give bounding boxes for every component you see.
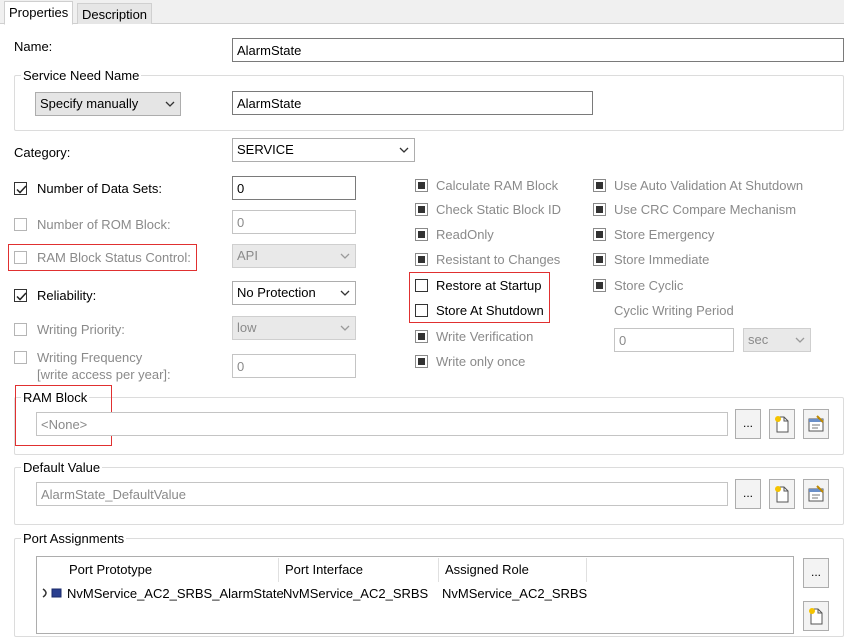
column-separator bbox=[438, 558, 439, 582]
new-file-icon bbox=[775, 486, 789, 503]
cyclic-period-label: Cyclic Writing Period bbox=[614, 303, 734, 318]
service-need-mode-value: Specify manually bbox=[40, 96, 139, 111]
store-cyclic-label: Store Cyclic bbox=[614, 278, 684, 293]
resistant-checkbox[interactable] bbox=[415, 253, 428, 266]
category-value: SERVICE bbox=[237, 142, 294, 157]
resistant-label: Resistant to Changes bbox=[436, 252, 561, 267]
ram-status-ctrl-select[interactable]: API bbox=[232, 244, 356, 268]
calc-ram-label: Calculate RAM Block bbox=[436, 178, 559, 193]
column-separator bbox=[278, 558, 279, 582]
column-header-port-prototype[interactable]: Port Prototype bbox=[69, 562, 152, 577]
default-value-new-button[interactable] bbox=[769, 479, 795, 509]
tab-properties[interactable]: Properties bbox=[4, 1, 74, 25]
auto-validation-checkbox[interactable] bbox=[593, 179, 606, 192]
reliability-value: No Protection bbox=[237, 285, 316, 300]
chevron-down-icon bbox=[340, 253, 350, 259]
ram-block-input[interactable]: <None> bbox=[36, 412, 728, 436]
port-assignments-title: Port Assignments bbox=[21, 531, 127, 546]
service-need-input[interactable]: AlarmState bbox=[232, 91, 593, 115]
name-input[interactable]: AlarmState bbox=[232, 38, 844, 62]
chevron-down-icon bbox=[795, 337, 805, 343]
cell-port-interface: NvMService_AC2_SRBS bbox=[283, 586, 429, 601]
column-separator bbox=[586, 558, 587, 582]
cyclic-unit-value: sec bbox=[748, 332, 769, 347]
service-need-title: Service Need Name bbox=[21, 68, 142, 83]
ram-block-edit-button[interactable] bbox=[803, 409, 829, 439]
restore-startup-label: Restore at Startup bbox=[436, 278, 542, 293]
store-shutdown-label: Store At Shutdown bbox=[436, 303, 544, 318]
cell-port-prototype: NvMService_AC2_SRBS_AlarmState bbox=[67, 586, 284, 601]
cyclic-unit-select[interactable]: sec bbox=[743, 328, 811, 352]
category-label: Category: bbox=[14, 145, 71, 160]
default-value-title: Default Value bbox=[21, 460, 103, 475]
table-row[interactable]: NvMService_AC2_SRBS_AlarmState NvMServic… bbox=[37, 582, 793, 604]
writing-priority-select[interactable]: low bbox=[232, 316, 356, 340]
category-select[interactable]: SERVICE bbox=[232, 138, 415, 162]
chevron-down-icon bbox=[399, 147, 409, 153]
num-data-sets-label: Number of Data Sets: bbox=[37, 181, 162, 196]
name-label: Name: bbox=[14, 39, 53, 54]
write-verification-checkbox[interactable] bbox=[415, 330, 428, 343]
cyclic-period-input[interactable]: 0 bbox=[614, 328, 734, 352]
cell-assigned-role: NvMService_AC2_SRBS bbox=[442, 586, 588, 601]
store-immediate-checkbox[interactable] bbox=[593, 253, 606, 266]
read-only-label: ReadOnly bbox=[436, 227, 494, 242]
store-immediate-label: Store Immediate bbox=[614, 252, 710, 267]
service-need-mode-select[interactable]: Specify manually bbox=[35, 92, 181, 116]
default-value-edit-button[interactable] bbox=[803, 479, 829, 509]
ram-block-new-button[interactable] bbox=[769, 409, 795, 439]
checkmark-icon bbox=[16, 292, 27, 301]
num-data-sets-checkbox[interactable] bbox=[14, 182, 27, 195]
crc-compare-label: Use CRC Compare Mechanism bbox=[614, 202, 797, 217]
writing-freq-input[interactable]: 0 bbox=[232, 354, 356, 378]
chevron-down-icon bbox=[165, 101, 175, 107]
write-once-checkbox[interactable] bbox=[415, 355, 428, 368]
reliability-label: Reliability: bbox=[37, 288, 97, 303]
column-header-port-interface[interactable]: Port Interface bbox=[285, 562, 363, 577]
new-file-icon bbox=[775, 416, 789, 433]
chevron-down-icon bbox=[340, 325, 350, 331]
writing-priority-value: low bbox=[237, 320, 257, 335]
store-shutdown-checkbox[interactable] bbox=[415, 304, 428, 317]
tab-description[interactable]: Description bbox=[77, 3, 153, 24]
num-data-sets-input[interactable]: 0 bbox=[232, 176, 356, 200]
write-once-label: Write only once bbox=[436, 354, 526, 369]
highlight-box-ram-status bbox=[8, 244, 197, 271]
reliability-select[interactable]: No Protection bbox=[232, 281, 356, 305]
tab-bar: Properties Description bbox=[0, 0, 844, 25]
writing-freq-checkbox[interactable] bbox=[14, 351, 27, 364]
ram-status-ctrl-value: API bbox=[237, 248, 258, 263]
num-rom-block-input[interactable]: 0 bbox=[232, 210, 356, 234]
port-new-button[interactable] bbox=[803, 601, 829, 631]
crc-compare-checkbox[interactable] bbox=[593, 203, 606, 216]
edit-properties-icon bbox=[808, 485, 824, 502]
read-only-checkbox[interactable] bbox=[415, 228, 428, 241]
ram-block-browse-button[interactable]: ... bbox=[735, 409, 761, 439]
restore-startup-checkbox[interactable] bbox=[415, 279, 428, 292]
edit-properties-icon bbox=[808, 415, 824, 432]
checkmark-icon bbox=[16, 185, 27, 194]
writing-freq-label-2: [write access per year]: bbox=[37, 367, 171, 382]
auto-validation-label: Use Auto Validation At Shutdown bbox=[614, 178, 804, 193]
num-rom-block-checkbox[interactable] bbox=[14, 218, 27, 231]
calc-ram-checkbox[interactable] bbox=[415, 179, 428, 192]
write-verification-label: Write Verification bbox=[436, 329, 534, 344]
new-file-icon bbox=[809, 608, 823, 625]
num-rom-block-label: Number of ROM Block: bbox=[37, 217, 171, 232]
port-browse-button[interactable]: ... bbox=[803, 558, 829, 588]
check-static-label: Check Static Block ID bbox=[436, 202, 561, 217]
writing-freq-label-1: Writing Frequency bbox=[37, 350, 143, 365]
store-cyclic-checkbox[interactable] bbox=[593, 279, 606, 292]
port-prototype-icon bbox=[42, 588, 62, 598]
store-emergency-label: Store Emergency bbox=[614, 227, 715, 242]
store-emergency-checkbox[interactable] bbox=[593, 228, 606, 241]
default-value-browse-button[interactable]: ... bbox=[735, 479, 761, 509]
reliability-checkbox[interactable] bbox=[14, 289, 27, 302]
check-static-checkbox[interactable] bbox=[415, 203, 428, 216]
chevron-down-icon bbox=[340, 290, 350, 296]
writing-priority-checkbox[interactable] bbox=[14, 323, 27, 336]
default-value-input[interactable]: AlarmState_DefaultValue bbox=[36, 482, 728, 506]
writing-priority-label: Writing Priority: bbox=[37, 322, 125, 337]
column-header-assigned-role[interactable]: Assigned Role bbox=[445, 562, 529, 577]
